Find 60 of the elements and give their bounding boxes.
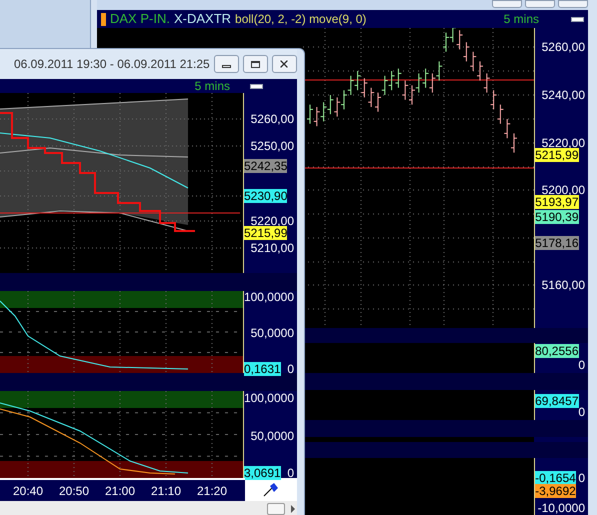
axis-label: 5220,00 xyxy=(542,136,585,150)
axis-label: 0 xyxy=(287,362,294,376)
time-label: 21:20 xyxy=(196,483,228,500)
maximize-button[interactable] xyxy=(242,55,268,73)
price-marker: -3,9692 xyxy=(535,484,576,498)
price-marker: 69,8457 xyxy=(535,394,578,408)
price-marker: -0,1654 xyxy=(535,471,576,485)
indicator-list: boll(20, 2, -2) move(9, 0) xyxy=(235,10,366,28)
axis-label: 50,0000 xyxy=(250,429,294,443)
time-label: 21:00 xyxy=(104,483,136,500)
panel-toggle-icon[interactable] xyxy=(571,16,584,22)
scroll-bar[interactable] xyxy=(0,501,297,515)
time-label: 20:50 xyxy=(58,483,90,500)
interval-label: 5 mins xyxy=(194,79,230,93)
arrow-right-icon[interactable] xyxy=(291,504,295,512)
window-button[interactable] xyxy=(525,0,555,8)
window-title: 06.09.2011 19:30 - 06.09.2011 21:25 xyxy=(14,56,210,73)
price-marker: 5190,39 xyxy=(535,210,578,224)
axis-label: 5160,00 xyxy=(542,278,585,292)
axis-label: -10,0000 xyxy=(538,501,585,515)
price-marker: 5230,90 xyxy=(244,189,288,203)
axis-label: 5260,00 xyxy=(250,112,294,126)
price-marker: 5242,35 xyxy=(244,159,288,173)
axis-label: 5220,00 xyxy=(250,214,294,228)
price-marker: 5215,99 xyxy=(535,148,578,162)
minimize-icon xyxy=(222,65,231,68)
axis-label: 100,0000 xyxy=(244,391,294,405)
axis-label: 50,0000 xyxy=(250,326,294,340)
axis-label: 100,0000 xyxy=(244,290,294,304)
axis-label: 0 xyxy=(287,466,294,480)
flag-icon xyxy=(263,482,279,496)
price-marker: 0,1631 xyxy=(244,362,281,376)
price-marker: 80,2556 xyxy=(535,344,578,358)
close-button[interactable] xyxy=(272,55,298,73)
time-label: 20:40 xyxy=(12,483,44,500)
price-marker: 3,0691 xyxy=(244,466,281,480)
maximize-icon xyxy=(250,60,260,68)
price-marker: 5215,99 xyxy=(244,226,288,240)
axis-label: 0 xyxy=(578,471,585,485)
time-label: 21:10 xyxy=(150,483,182,500)
value-axis xyxy=(534,437,588,442)
instrument-name: DAX P-IN. xyxy=(110,10,170,28)
window-button[interactable] xyxy=(492,0,522,8)
axis-label: 0 xyxy=(578,405,585,419)
window-button[interactable] xyxy=(558,0,588,8)
price-marker: 5178,16 xyxy=(535,236,578,250)
interval-label: 5 mins xyxy=(504,11,539,28)
axis-label: 0 xyxy=(578,358,585,372)
series-color-icon xyxy=(101,12,106,26)
price-marker: 5193,97 xyxy=(535,195,578,209)
axis-label: 5240,00 xyxy=(542,88,585,102)
axis-label: 5250,00 xyxy=(250,139,294,153)
scroll-thumb[interactable] xyxy=(267,502,285,514)
minimize-button[interactable] xyxy=(214,55,239,73)
axis-label: 5260,00 xyxy=(542,40,585,54)
panel-toggle-icon[interactable] xyxy=(250,84,263,88)
close-icon xyxy=(278,58,290,70)
instrument-symbol: X-DAXTR xyxy=(174,10,232,28)
axis-label: 5200,00 xyxy=(542,183,585,197)
axis-label: 5210,00 xyxy=(250,241,294,255)
